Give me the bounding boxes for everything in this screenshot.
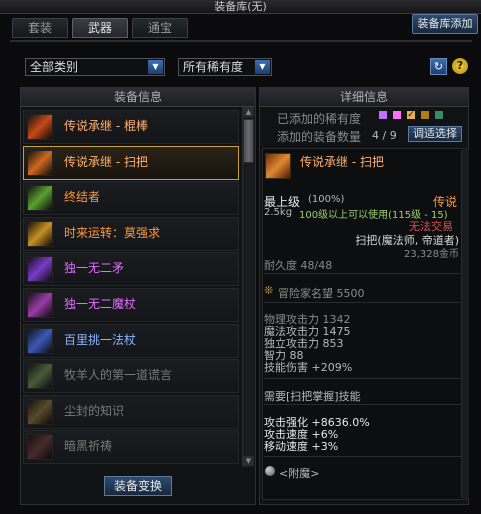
list-item-label: 时来运转：莫强求 <box>64 225 161 240</box>
dark-prayer-icon <box>27 434 53 461</box>
list-item[interactable]: 百里挑一法杖 <box>23 323 239 358</box>
tab-tongbao[interactable]: 通宝 <box>132 18 188 38</box>
list-scrollbar-thumb[interactable] <box>243 119 254 163</box>
fame-icon: ❊ <box>264 284 274 297</box>
list-item[interactable]: 独一无二矛 <box>23 252 239 287</box>
refresh-icon[interactable]: ↻ <box>430 58 447 75</box>
category-select-value: 全部类别 <box>30 60 79 74</box>
help-icon[interactable]: ? <box>452 58 468 74</box>
rarity-select[interactable]: 所有稀有度 ▼ <box>178 58 272 76</box>
storage-add-button[interactable]: 装备库添加 <box>412 14 478 34</box>
scroll-up-icon[interactable]: ▲ <box>243 107 254 117</box>
item-name: 传说承继 - 扫把 <box>300 155 384 169</box>
list-item[interactable]: 传说承继 - 棍棒 <box>23 110 239 144</box>
list-item-label: 传说承继 - 棍棒 <box>64 119 148 133</box>
bonus-move-speed: 移动速度 +3% <box>264 440 339 453</box>
list-item[interactable]: 独一无二魔杖 <box>23 288 239 322</box>
tab-weapon[interactable]: 武器 <box>72 18 128 38</box>
equipment-list: 传说承继 - 棍棒 传说承继 - 扫把 终结者时来运转：莫强求 独一无二矛独一无二魔杖… <box>20 107 242 467</box>
list-item[interactable]: 传说承继 - 扫把 <box>23 145 239 180</box>
fortune-weapon-icon <box>27 220 53 247</box>
rarity-swatch[interactable] <box>378 110 388 120</box>
chevron-down-icon[interactable]: ▼ <box>255 60 270 74</box>
item-adventurer-fame: 冒险家名望 5500 <box>278 287 365 300</box>
rarity-select-value: 所有稀有度 <box>183 60 244 74</box>
added-count-label: 添加的装备数量 <box>277 130 362 144</box>
stat-skill-damage: 技能伤害 +209% <box>264 361 353 374</box>
list-item-label: 终结者 <box>64 190 101 205</box>
staff-weapon-icon <box>27 114 53 140</box>
list-item[interactable]: 暗黑祈祷 <box>23 430 239 465</box>
rarity-swatch[interactable] <box>420 110 430 120</box>
list-item-label: 传说承继 - 扫把 <box>64 154 148 169</box>
item-durability: 耐久度 48/48 <box>264 259 333 272</box>
frame-divider <box>10 40 472 42</box>
detail-header: 详细信息 <box>260 88 468 107</box>
shepherd-weapon-icon <box>27 363 53 390</box>
divider <box>264 273 462 274</box>
list-item-label: 百里挑一法杖 <box>64 332 137 347</box>
window-title: 装备库(无) <box>214 0 267 13</box>
rarity-swatch[interactable] <box>434 110 444 120</box>
equipment-list-header: 装备信息 <box>21 88 255 107</box>
magic-staff-icon <box>27 327 53 354</box>
list-scrollbar[interactable]: ▲ ▼ <box>242 107 254 467</box>
rarity-swatches: ✓ <box>378 110 468 122</box>
item-weight: 2.5kg <box>264 207 293 218</box>
list-item[interactable]: 牧羊人的第一道谎言 <box>23 359 239 394</box>
list-item-label: 牧羊人的第一道谎言 <box>64 368 173 383</box>
divider <box>264 378 462 379</box>
item-grade-pct: (100%) <box>308 194 345 205</box>
rarity-swatch-checked[interactable]: ✓ <box>406 110 416 120</box>
list-item-label: 暗黑祈祷 <box>64 439 113 454</box>
broom-weapon-icon <box>27 149 53 176</box>
added-count-value: 4 / 9 <box>372 129 397 142</box>
list-item[interactable]: 尘封的知识 <box>23 394 239 429</box>
list-item-label: 独一无二矛 <box>64 261 125 276</box>
chevron-down-icon[interactable]: ▼ <box>148 60 163 74</box>
spear-weapon-icon <box>27 256 53 283</box>
item-enchant: <附魔> <box>279 467 320 480</box>
divider <box>264 302 462 303</box>
tab-set[interactable]: 套装 <box>12 18 68 38</box>
wand-weapon-icon <box>27 292 53 318</box>
dusty-knowledge-icon <box>27 398 53 425</box>
divider <box>264 456 462 457</box>
equipment-swap-button[interactable]: 装备变换 <box>104 476 172 496</box>
list-item[interactable]: 时来运转：莫强求 <box>23 216 239 251</box>
added-rarity-label: 已添加的稀有度 <box>277 112 362 126</box>
item-skill-requirement: 需要[扫把掌握]技能 <box>264 390 361 403</box>
scroll-down-icon[interactable]: ▼ <box>243 456 254 466</box>
item-price: 23,328金币 <box>404 249 459 260</box>
category-select[interactable]: 全部类别 ▼ <box>25 58 165 76</box>
terminator-weapon-icon <box>27 185 53 212</box>
rarity-swatch[interactable] <box>392 110 402 120</box>
list-item-label: 独一无二魔杖 <box>64 297 137 311</box>
divider <box>264 404 462 405</box>
enchant-orb-icon <box>265 466 275 476</box>
list-item-label: 尘封的知识 <box>64 403 125 418</box>
list-item[interactable]: 终结者 <box>23 181 239 216</box>
detail-scrollbar[interactable] <box>461 150 469 498</box>
add-select-button[interactable]: 调适选择 <box>408 126 462 142</box>
broom-weapon-icon <box>265 153 291 179</box>
